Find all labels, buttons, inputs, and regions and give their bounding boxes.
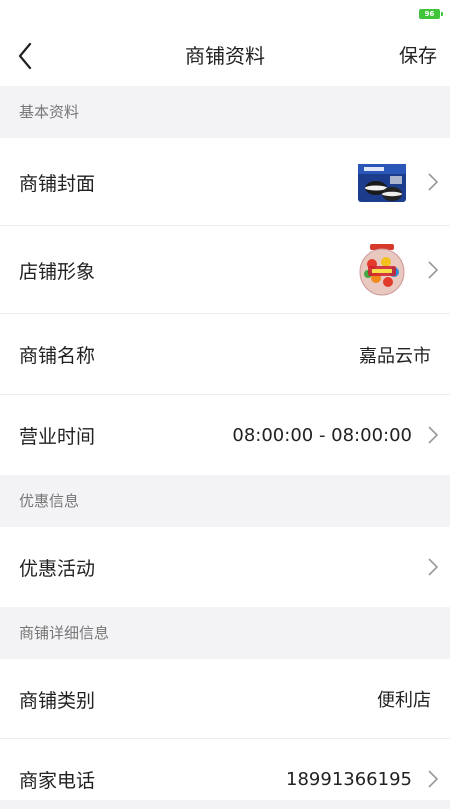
save-button[interactable]: 保存 <box>399 26 437 86</box>
candy-jar-image <box>359 244 405 296</box>
row-label: 店铺形象 <box>19 260 96 283</box>
cookie-package-image <box>358 164 406 202</box>
row-label: 优惠活动 <box>19 557 96 580</box>
shop-category-value: 便利店 <box>377 690 431 711</box>
row-shop-cover[interactable]: 商铺封面 <box>0 138 450 226</box>
row-label: 商铺类别 <box>19 689 96 712</box>
row-promo-activity[interactable]: 优惠活动 <box>0 527 450 607</box>
chevron-right-icon <box>428 527 438 607</box>
section-detail-info: 商铺详细信息 <box>0 607 450 659</box>
shop-image-thumbnail <box>356 226 408 314</box>
row-label: 商家电话 <box>19 769 96 792</box>
row-business-hours[interactable]: 营业时间 08:00:00 - 08:00:00 <box>0 395 450 475</box>
row-label: 营业时间 <box>19 425 96 448</box>
shop-phone-value: 18991366195 <box>286 768 412 790</box>
section-promo-info: 优惠信息 <box>0 475 450 527</box>
row-shop-category[interactable]: 商铺类别 便利店 <box>0 659 450 739</box>
chevron-right-icon <box>428 395 438 475</box>
chevron-right-icon <box>428 138 438 226</box>
battery-icon: 96 <box>419 9 443 19</box>
battery-level: 96 <box>424 10 435 18</box>
row-shop-phone[interactable]: 商家电话 18991366195 <box>0 739 450 800</box>
section-basic-info: 基本资料 <box>0 86 450 138</box>
back-button[interactable] <box>10 40 40 72</box>
row-label: 商铺封面 <box>19 172 96 195</box>
business-hours-value: 08:00:00 - 08:00:00 <box>232 424 412 446</box>
status-bar: 96 <box>0 0 450 26</box>
chevron-right-icon <box>428 226 438 314</box>
shop-cover-thumbnail <box>356 138 408 226</box>
row-shop-name[interactable]: 商铺名称 嘉品云市 <box>0 314 450 395</box>
nav-header: 商铺资料 保存 <box>0 26 450 86</box>
chevron-left-icon <box>18 43 32 69</box>
page-title: 商铺资料 <box>185 44 265 68</box>
row-label: 商铺名称 <box>19 345 96 367</box>
row-shop-image[interactable]: 店铺形象 <box>0 226 450 314</box>
chevron-right-icon <box>428 749 438 809</box>
shop-name-value: 嘉品云市 <box>359 345 431 367</box>
